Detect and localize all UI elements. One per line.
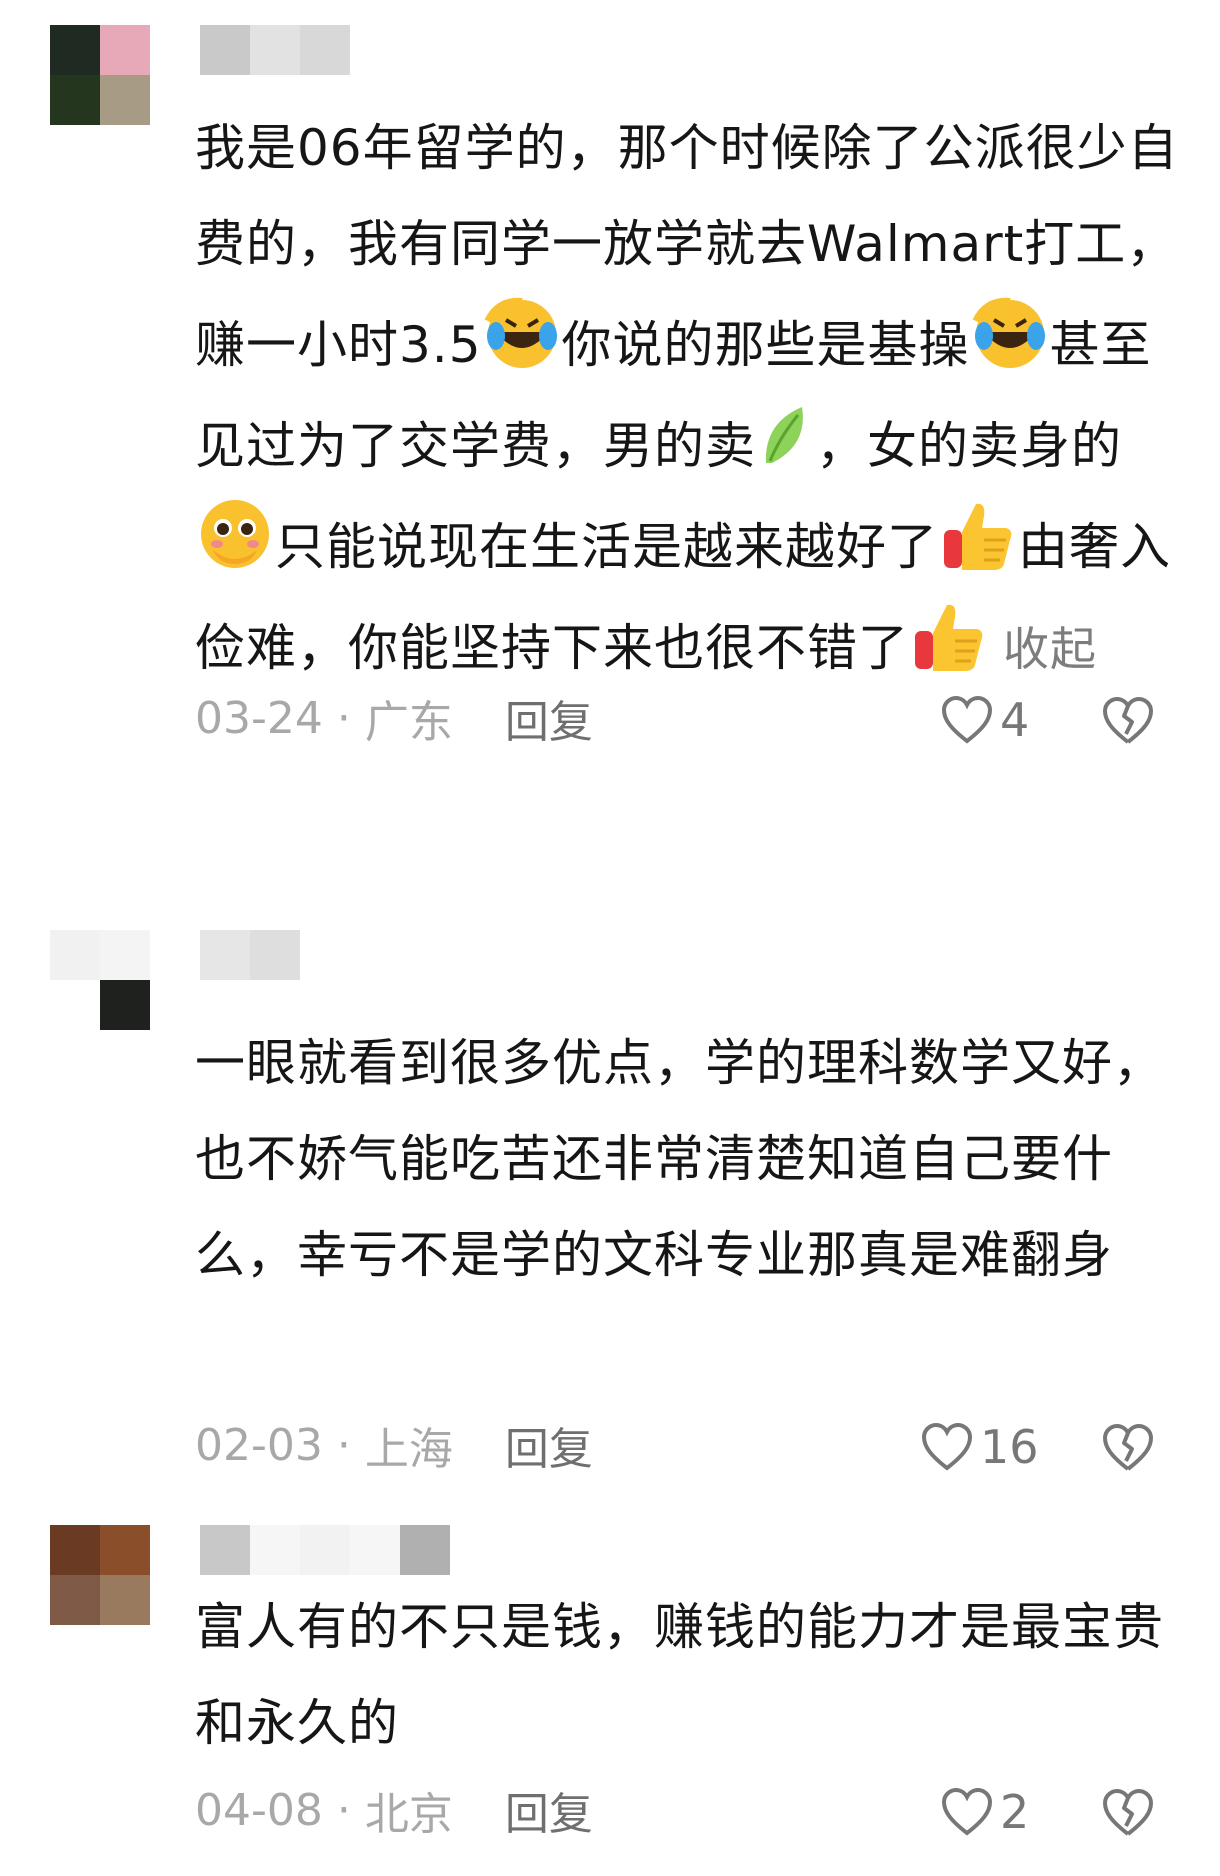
comment-location: 广东: [364, 697, 453, 748]
reply-button[interactable]: 回复: [505, 686, 593, 750]
comment-text: 富人有的不只是钱，赚钱的能力才是最宝贵和永久的: [195, 1598, 1164, 1752]
username-blurred[interactable]: [200, 25, 350, 75]
laugh-cry-emoji: [970, 292, 1050, 372]
comment-meta: 04-08 · 北京 回复: [195, 1778, 593, 1842]
comment-text-segment: ，女的卖身的: [816, 417, 1122, 475]
laugh-cry-emoji: [482, 292, 562, 372]
pleading-emoji: [195, 494, 275, 574]
comment-text: 我是06年留学的，那个时候除了公派很少自费的，我有同学一放学就去Walmart打…: [195, 100, 1180, 697]
like-count: 16: [980, 1420, 1039, 1474]
dislike-button[interactable]: [1100, 1784, 1156, 1840]
meta-separator: ·: [336, 1784, 351, 1836]
leaf-emoji: [756, 393, 816, 473]
thumbs-up-emoji: [909, 595, 989, 675]
avatar[interactable]: [50, 1525, 150, 1625]
reply-button[interactable]: 回复: [505, 1413, 593, 1477]
comment-text-segment: 你说的那些是基操: [561, 316, 970, 374]
meta-separator: ·: [336, 692, 351, 744]
comment-date: 02-03: [195, 1419, 323, 1471]
comment-location: 上海: [364, 1424, 453, 1475]
comment-date: 03-24: [195, 692, 323, 744]
like-count: 2: [1000, 1785, 1030, 1839]
like-button[interactable]: 2: [940, 1782, 1029, 1842]
comment-date: 04-08: [195, 1784, 323, 1836]
like-button[interactable]: 4: [940, 690, 1029, 750]
username-blurred[interactable]: [200, 930, 300, 980]
collapse-link[interactable]: 收起: [1003, 622, 1097, 676]
comment-text-segment: 只能说现在生活是越来越好了: [275, 518, 938, 576]
comment-meta: 03-24 · 广东 回复: [195, 686, 593, 750]
thumbs-up-emoji: [938, 494, 1018, 574]
dislike-button[interactable]: [1100, 692, 1156, 748]
comment-item: 富人有的不只是钱，赚钱的能力才是最宝贵和永久的 04-08 · 北京 回复 2: [0, 1505, 1220, 1876]
meta-separator: ·: [336, 1419, 351, 1471]
broken-heart-icon: [1100, 1789, 1156, 1844]
broken-heart-icon: [1100, 1424, 1156, 1479]
heart-icon: [940, 1787, 994, 1837]
heart-icon: [940, 695, 994, 745]
comment-item: 一眼就看到很多优点，学的理科数学又好，也不娇气能吃苦还非常清楚知道自己要什么，幸…: [0, 900, 1220, 1475]
like-count: 4: [1000, 693, 1030, 747]
like-button[interactable]: 16: [920, 1417, 1039, 1477]
username-blurred[interactable]: [200, 1525, 450, 1575]
dislike-button[interactable]: [1100, 1419, 1156, 1475]
comment-item: 我是06年留学的，那个时候除了公派很少自费的，我有同学一放学就去Walmart打…: [0, 0, 1220, 760]
avatar[interactable]: [50, 25, 150, 125]
broken-heart-icon: [1100, 697, 1156, 752]
heart-icon: [920, 1422, 974, 1472]
comment-text: 一眼就看到很多优点，学的理科数学又好，也不娇气能吃苦还非常清楚知道自己要什么，幸…: [195, 1034, 1164, 1284]
avatar[interactable]: [50, 930, 150, 1030]
comment-meta: 02-03 · 上海 回复: [195, 1413, 593, 1477]
reply-button[interactable]: 回复: [505, 1778, 593, 1842]
comment-location: 北京: [364, 1789, 453, 1840]
